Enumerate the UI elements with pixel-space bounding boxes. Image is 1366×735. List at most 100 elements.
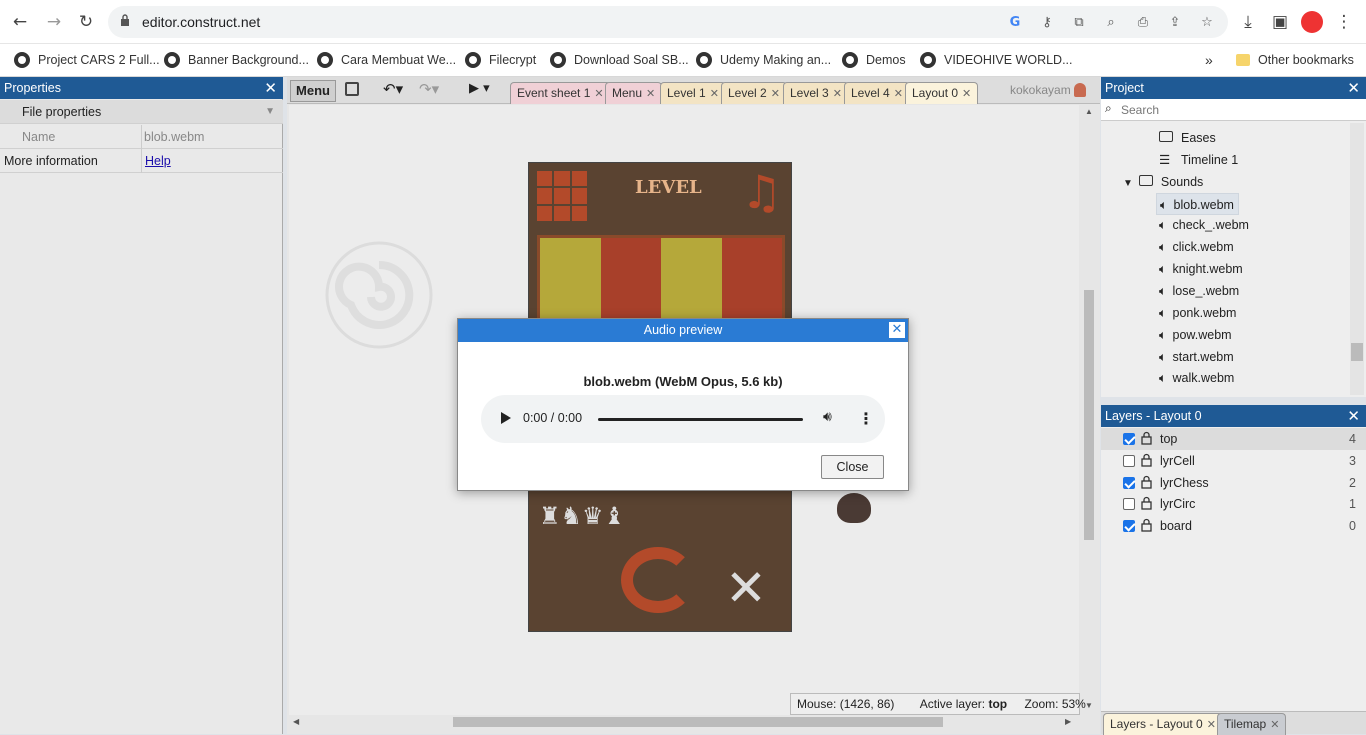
visibility-checkbox[interactable]: [1123, 477, 1135, 489]
lock-icon[interactable]: [1141, 496, 1152, 510]
close-icon[interactable]: ✕: [1270, 718, 1279, 731]
tab-layout-0[interactable]: Layout 0 ✕: [905, 82, 979, 104]
close-icon[interactable]: ✕: [771, 87, 780, 100]
lock-icon[interactable]: [1141, 475, 1152, 489]
close-button[interactable]: Close: [821, 455, 884, 479]
profile-avatar-icon[interactable]: [1300, 10, 1324, 34]
visibility-checkbox[interactable]: [1123, 498, 1135, 510]
save-icon[interactable]: [345, 82, 359, 96]
star-icon[interactable]: ☆: [1198, 13, 1216, 31]
visibility-checkbox[interactable]: [1123, 433, 1135, 445]
project-scrollbar[interactable]: [1350, 123, 1364, 395]
bookmark-item[interactable]: Demos: [842, 48, 906, 72]
zoom-icon[interactable]: ⌕: [1102, 13, 1120, 31]
tab-level-4[interactable]: Level 4 ✕: [844, 82, 910, 104]
tree-sound-item[interactable]: 🔈︎ start.webm: [1159, 346, 1234, 368]
seek-bar[interactable]: [598, 418, 803, 421]
tree-folder-sounds[interactable]: ▼ Sounds: [1123, 171, 1203, 193]
volume-icon[interactable]: 🔊︎: [823, 409, 832, 425]
horizontal-scrollbar[interactable]: ◀ ▶: [289, 715, 1079, 729]
close-icon[interactable]: ✕: [646, 87, 655, 100]
bookmark-item[interactable]: Download Soal SB...: [550, 48, 689, 72]
tree-sound-item[interactable]: 🔈︎ walk.webm: [1159, 367, 1234, 389]
layer-row[interactable]: top 4: [1101, 428, 1366, 450]
close-icon[interactable]: ✕: [1347, 405, 1360, 427]
file-properties-section[interactable]: File properties ▼: [0, 100, 283, 124]
scroll-thumb[interactable]: [1351, 343, 1363, 361]
bookmark-item[interactable]: VIDEOHIVE WORLD...: [920, 48, 1073, 72]
side-panel-icon[interactable]: ▣: [1268, 10, 1292, 34]
bookmark-item[interactable]: Udemy Making an...: [696, 48, 831, 72]
close-icon[interactable]: ✕: [1347, 77, 1360, 99]
visibility-checkbox[interactable]: [1123, 520, 1135, 532]
forward-icon[interactable]: →: [42, 10, 66, 34]
tree-sound-item[interactable]: 🔈︎ lose_.webm: [1159, 280, 1239, 302]
close-icon[interactable]: ✕: [594, 87, 603, 100]
close-icon[interactable]: ✕: [894, 87, 903, 100]
audio-player[interactable]: 0:00 / 0:00 🔊︎ ⋮: [481, 395, 885, 443]
bookmark-item[interactable]: Banner Background...: [164, 48, 309, 72]
tree-sound-item[interactable]: 🔈︎ knight.webm: [1159, 258, 1243, 280]
downloads-icon[interactable]: ⤓: [1236, 10, 1260, 34]
address-bar[interactable]: editor.construct.net G ⚷ ⧉ ⌕ ⎙ ⇪ ☆: [108, 6, 1228, 38]
url-text[interactable]: editor.construct.net: [142, 14, 260, 30]
tree-sound-item[interactable]: 🔈︎ click.webm: [1159, 236, 1234, 258]
scroll-thumb[interactable]: [453, 717, 943, 727]
globe-icon: [920, 52, 936, 68]
download-page-icon[interactable]: ⎙: [1134, 13, 1152, 31]
tab-event-sheet-1[interactable]: Event sheet 1 ✕: [510, 82, 611, 104]
chrome-menu-icon[interactable]: ⋮: [1332, 10, 1356, 34]
panel-title: Project: [1105, 81, 1144, 95]
close-icon[interactable]: ✕: [264, 77, 277, 99]
tree-sound-item[interactable]: 🔈︎ ponk.webm: [1159, 302, 1236, 324]
tree-sound-blob[interactable]: 🔈︎ blob.webm: [1156, 193, 1239, 215]
menu-button[interactable]: Menu: [290, 80, 336, 102]
more-bookmarks-button[interactable]: »: [1205, 48, 1213, 72]
open-external-icon[interactable]: ⧉: [1070, 13, 1088, 31]
tab-tilemap[interactable]: Tilemap ✕: [1217, 713, 1287, 735]
zoom-label: Zoom:: [1024, 697, 1059, 711]
tree-folder-eases[interactable]: Eases: [1159, 127, 1216, 149]
undo-icon[interactable]: ↶▾: [383, 80, 403, 98]
tree-item-timeline[interactable]: ☰ Timeline 1: [1159, 149, 1238, 171]
share-icon[interactable]: ⇪: [1166, 13, 1184, 31]
play-icon[interactable]: [501, 412, 511, 424]
other-bookmarks[interactable]: Other bookmarks: [1236, 48, 1354, 72]
search-field[interactable]: ⌕ Search: [1101, 99, 1366, 121]
play-icon[interactable]: ▶ ▾: [469, 81, 490, 96]
close-icon[interactable]: ✕: [833, 87, 842, 100]
tab-level-2[interactable]: Level 2 ✕: [721, 82, 787, 104]
lock-icon[interactable]: [1141, 431, 1152, 445]
google-icon[interactable]: G: [1006, 13, 1024, 31]
close-icon[interactable]: ✕: [889, 322, 905, 338]
bookmark-item[interactable]: Cara Membuat We...: [317, 48, 456, 72]
help-link[interactable]: Help: [145, 149, 171, 173]
user-avatar-icon[interactable]: [1074, 83, 1086, 97]
key-icon[interactable]: ⚷: [1038, 13, 1056, 31]
close-icon[interactable]: ✕: [710, 87, 719, 100]
lock-icon[interactable]: [1141, 518, 1152, 532]
scroll-thumb[interactable]: [1084, 290, 1094, 540]
tree-label: lose_.webm: [1172, 284, 1240, 298]
more-options-icon[interactable]: ⋮: [858, 409, 874, 428]
tab-layers-layout-0[interactable]: Layers - Layout 0 ✕: [1103, 713, 1223, 735]
tab-level-1[interactable]: Level 1 ✕: [660, 82, 726, 104]
layer-row[interactable]: lyrCell 3: [1101, 450, 1366, 472]
reload-icon[interactable]: ↻: [74, 10, 98, 34]
layer-row[interactable]: board 0: [1101, 515, 1366, 537]
tree-sound-item[interactable]: 🔈︎ pow.webm: [1159, 324, 1232, 346]
bookmark-item[interactable]: Project CARS 2 Full...: [14, 48, 160, 72]
tab-level-3[interactable]: Level 3 ✕: [783, 82, 849, 104]
layer-row[interactable]: lyrCirc 1: [1101, 493, 1366, 515]
vertical-scrollbar[interactable]: ▲ ▼: [1082, 105, 1096, 715]
close-icon[interactable]: ✕: [1207, 718, 1216, 731]
close-icon[interactable]: ✕: [962, 87, 971, 100]
tab-menu[interactable]: Menu ✕: [605, 82, 663, 104]
layer-row[interactable]: lyrChess 2: [1101, 472, 1366, 494]
back-icon[interactable]: ←: [8, 10, 32, 34]
visibility-checkbox[interactable]: [1123, 455, 1135, 467]
redo-icon[interactable]: ↷▾: [419, 80, 439, 98]
lock-icon[interactable]: [1141, 453, 1152, 467]
bookmark-item[interactable]: Filecrypt: [465, 48, 536, 72]
tree-sound-item[interactable]: 🔈︎ check_.webm: [1159, 214, 1249, 236]
